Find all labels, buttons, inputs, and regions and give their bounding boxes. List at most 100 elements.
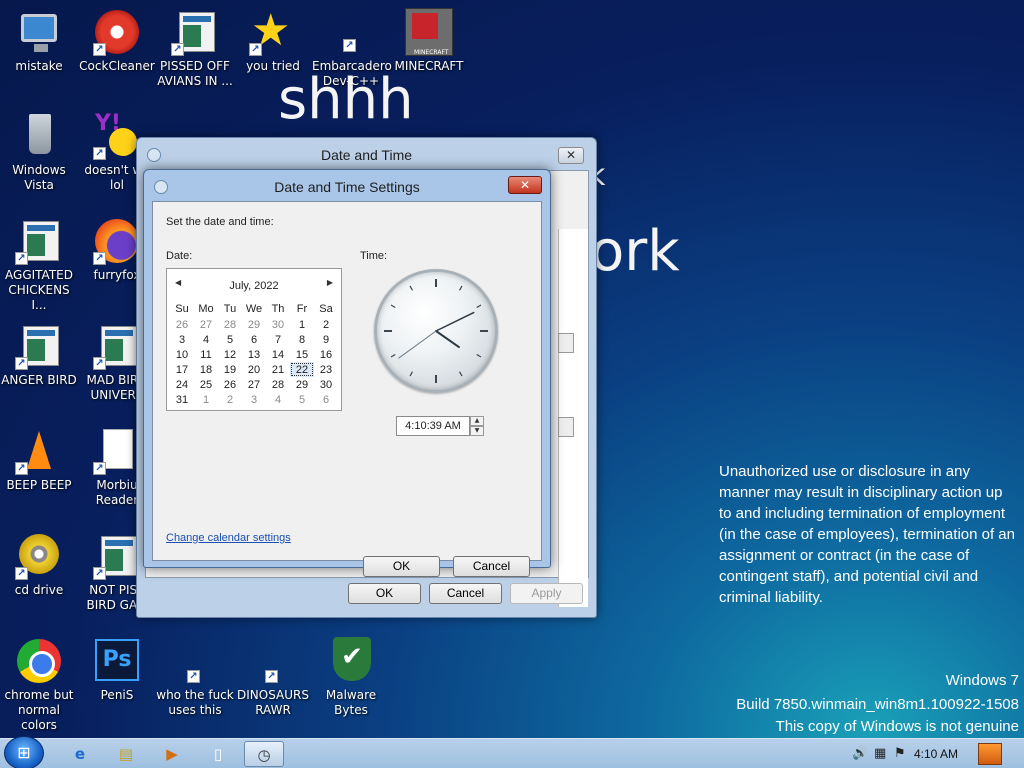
time-spin-down-button[interactable]: ▼ xyxy=(470,426,484,436)
apply-button[interactable]: Apply xyxy=(510,583,583,604)
calendar-day-selected[interactable]: 22 xyxy=(290,362,314,377)
weekday-header: Fr xyxy=(296,303,308,315)
cancel-button[interactable]: Cancel xyxy=(453,556,530,577)
calendar-day[interactable]: 2 xyxy=(218,392,242,407)
watermark-not-genuine: This copy of Windows is not genuine xyxy=(775,718,1019,735)
app-window-icon xyxy=(23,326,59,366)
calendar-day[interactable]: 9 xyxy=(314,332,338,347)
calendar-day[interactable]: 26 xyxy=(218,377,242,392)
desktop-icon-minecraft[interactable]: MINECRAFT xyxy=(390,8,468,74)
calendar-day[interactable]: 5 xyxy=(218,332,242,347)
calendar-day[interactable]: 28 xyxy=(218,317,242,332)
date-time-settings-dialog: Date and Time Settings ✕ Set the date an… xyxy=(143,169,551,577)
desktop-icon-label: DINOSAURS RAWR xyxy=(237,688,309,717)
media-player-icon[interactable]: ▶ xyxy=(152,741,192,767)
calendar-day[interactable]: 7 xyxy=(266,332,290,347)
tray-clock[interactable]: 4:10 AM xyxy=(914,747,958,761)
desktop-icon-you-tried[interactable]: ★ ↗ you tried xyxy=(234,8,312,74)
desktop-icon-mistake[interactable]: mistake xyxy=(0,8,78,74)
desktop-icon-pissed-off-avians[interactable]: ↗ PISSED OFF AVIANS IN ... xyxy=(156,8,234,89)
desktop-icon-label: cd drive xyxy=(14,583,64,597)
calendar-day[interactable]: 1 xyxy=(290,317,314,332)
show-desktop-button[interactable] xyxy=(978,743,1002,765)
desktop-icon-chrome[interactable]: chrome but normal colors xyxy=(0,637,78,733)
shortcut-arrow-icon: ↗ xyxy=(93,147,106,160)
calendar-day[interactable]: 2 xyxy=(314,317,338,332)
time-spin-up-button[interactable]: ▲ xyxy=(470,416,484,426)
date-time-icon[interactable]: ◷ xyxy=(244,741,284,767)
desktop-icon-cockcleaner[interactable]: ↗ CockCleaner xyxy=(78,8,156,74)
cancel-button[interactable]: Cancel xyxy=(429,583,502,604)
calendar-day[interactable]: 28 xyxy=(266,377,290,392)
desktop-icon-dinosaurs[interactable]: ↗ DINOSAURS RAWR xyxy=(234,637,312,718)
calendar-day[interactable]: 20 xyxy=(242,362,266,377)
watermark-build: Build 7850.winmain_win8m1.100922-1508 xyxy=(736,696,1019,713)
explorer-icon[interactable]: ▤ xyxy=(106,741,146,767)
desktop-icon-label: Windows Vista xyxy=(12,163,66,192)
calendar-day[interactable]: 14 xyxy=(266,347,290,362)
recycle-bin-icon xyxy=(29,114,51,154)
watermark-windows-version: Windows 7 xyxy=(945,672,1019,689)
calendar-day[interactable]: 30 xyxy=(314,377,338,392)
calendar-day[interactable]: 15 xyxy=(290,347,314,362)
close-button[interactable]: ✕ xyxy=(558,147,584,164)
calendar-day[interactable]: 25 xyxy=(194,377,218,392)
change-calendar-settings-link[interactable]: Change calendar settings xyxy=(166,532,291,544)
notepad-icon[interactable]: ▯ xyxy=(198,741,238,767)
calendar-day[interactable]: 18 xyxy=(194,362,218,377)
calendar-day[interactable]: 6 xyxy=(242,332,266,347)
desktop-icon-cd-drive[interactable]: ↗ cd drive xyxy=(0,532,78,598)
calendar-day[interactable]: 10 xyxy=(170,347,194,362)
desktop-icon-photoshop[interactable]: Ps PeniS xyxy=(78,637,156,703)
calendar-day[interactable]: 16 xyxy=(314,347,338,362)
start-button[interactable]: ⊞ xyxy=(4,736,44,768)
calendar-day[interactable]: 6 xyxy=(314,392,338,407)
calendar-day[interactable]: 5 xyxy=(290,392,314,407)
calendar-day[interactable]: 21 xyxy=(266,362,290,377)
calendar-day[interactable]: 4 xyxy=(266,392,290,407)
calendar-day[interactable]: 8 xyxy=(290,332,314,347)
change-date-button-partial[interactable] xyxy=(558,333,574,353)
desktop-icon-malwarebytes[interactable]: ✔ Malware Bytes xyxy=(312,637,390,718)
time-input[interactable]: 4:10:39 AM xyxy=(396,416,470,436)
desktop-icon-who-uses-this[interactable]: ↗ who the fuck uses this xyxy=(156,637,234,718)
calendar-day[interactable]: 31 xyxy=(170,392,194,407)
calendar-day[interactable]: 24 xyxy=(170,377,194,392)
next-month-button[interactable]: ▶ xyxy=(327,278,333,287)
clock-minute-hand xyxy=(435,311,475,332)
ie-icon[interactable]: e xyxy=(60,741,100,767)
calendar-day[interactable]: 19 xyxy=(218,362,242,377)
calendar-day[interactable]: 3 xyxy=(242,392,266,407)
desktop-icon-windows-vista[interactable]: Windows Vista xyxy=(0,112,78,193)
action-center-flag-icon[interactable]: ⚑ xyxy=(894,746,906,761)
calendar-day[interactable]: 11 xyxy=(194,347,218,362)
change-time-zone-button-partial[interactable] xyxy=(558,417,574,437)
weekday-header: Sa xyxy=(319,303,333,315)
desktop-icon-beep-beep[interactable]: ↗ BEEP BEEP xyxy=(0,427,78,493)
calendar-day[interactable]: 3 xyxy=(170,332,194,347)
calendar-day[interactable]: 30 xyxy=(266,317,290,332)
calendar-day[interactable]: 1 xyxy=(194,392,218,407)
volume-icon[interactable]: 🔊 xyxy=(852,746,868,761)
desktop-icon-aggitated-chickens[interactable]: ↗ AGGITATED CHICKENS I... xyxy=(0,217,78,313)
calendar-day[interactable]: 27 xyxy=(242,377,266,392)
calendar-day[interactable]: 29 xyxy=(242,317,266,332)
calendar-day[interactable]: 29 xyxy=(290,377,314,392)
calendar-day[interactable]: 17 xyxy=(170,362,194,377)
calendar-day[interactable]: 23 xyxy=(314,362,338,377)
ok-button[interactable]: OK xyxy=(363,556,440,577)
weekday-header: We xyxy=(245,303,263,315)
desktop-icon-anger-bird[interactable]: ↗ ANGER BIRD xyxy=(0,322,78,388)
network-icon[interactable]: ▦ xyxy=(874,746,886,761)
clock-second-hand xyxy=(398,330,437,359)
ok-button[interactable]: OK xyxy=(348,583,421,604)
calendar-day[interactable]: 12 xyxy=(218,347,242,362)
calendar-day[interactable]: 13 xyxy=(242,347,266,362)
calendar-day[interactable]: 4 xyxy=(194,332,218,347)
clock-tick xyxy=(476,304,482,309)
calendar-day[interactable]: 27 xyxy=(194,317,218,332)
desktop-icon-label: PISSED OFF AVIANS IN ... xyxy=(157,59,233,88)
calendar-month-year[interactable]: July, 2022 xyxy=(167,280,341,292)
close-button[interactable]: ✕ xyxy=(508,176,542,194)
calendar-day[interactable]: 26 xyxy=(170,317,194,332)
